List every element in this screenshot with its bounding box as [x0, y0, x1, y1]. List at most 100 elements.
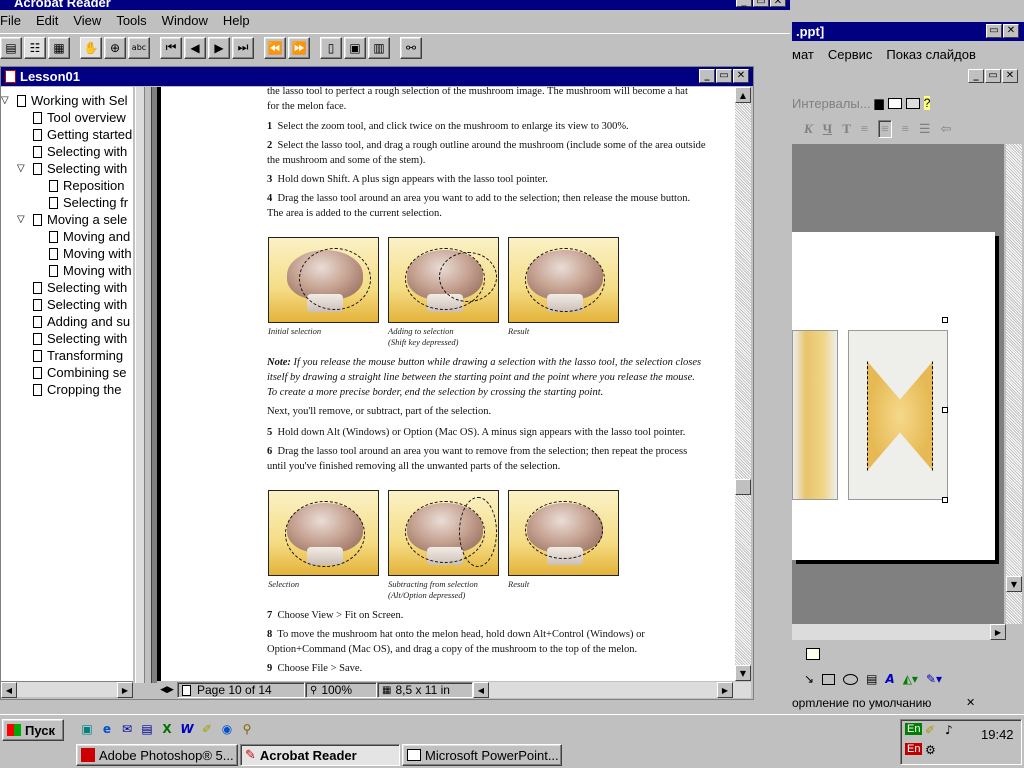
- zoom-tool-icon[interactable]: ⊕: [104, 36, 126, 59]
- globe-icon[interactable]: ◉: [218, 720, 236, 738]
- underline-icon[interactable]: Ч: [823, 121, 833, 137]
- bookmark-item[interactable]: Combining se: [33, 364, 127, 381]
- zoom-field[interactable]: ⚲ 100%: [305, 682, 377, 698]
- arrow-tool-icon[interactable]: ↘: [804, 672, 814, 686]
- network-icon[interactable]: ⚙: [925, 743, 936, 757]
- bookmark-item[interactable]: Moving with: [49, 262, 132, 279]
- folder-icon[interactable]: ▆: [875, 96, 884, 110]
- volume-icon[interactable]: ♪: [945, 723, 953, 737]
- bm-scroll-right-button[interactable]: ▶: [117, 682, 133, 698]
- pp-close-button[interactable]: ✕: [1003, 24, 1019, 38]
- pp-doc-minimize-button[interactable]: _: [968, 69, 984, 83]
- bookmark-item[interactable]: Working with Sel: [17, 92, 128, 109]
- bookmark-item[interactable]: Transforming: [33, 347, 123, 364]
- bm-scroll-left-button[interactable]: ◀: [1, 682, 17, 698]
- slide-icon[interactable]: [887, 97, 902, 109]
- align-right-icon[interactable]: ≡: [902, 121, 909, 137]
- pp-doc-restore-button[interactable]: ▭: [985, 69, 1001, 83]
- bookmark-item[interactable]: Moving a sele: [33, 211, 127, 228]
- actual-size-icon[interactable]: ▯: [320, 36, 342, 59]
- pp-scroll-right-button[interactable]: ▶: [990, 624, 1006, 640]
- doc-close-button[interactable]: ✕: [733, 69, 749, 83]
- tray-app-icon[interactable]: ✐: [925, 723, 935, 737]
- pp-menu-slideshow[interactable]: Показ слайдов: [886, 47, 976, 62]
- italic-icon[interactable]: K: [804, 121, 813, 137]
- line-color-icon[interactable]: ✎▾: [926, 672, 942, 686]
- pane-splitter[interactable]: [133, 87, 157, 699]
- page-horizontal-scrollbar[interactable]: ◀ ▶: [473, 682, 751, 698]
- maximize-button[interactable]: ▭: [753, 0, 769, 7]
- fill-color-icon[interactable]: ◭▾: [903, 672, 918, 686]
- page-number-field[interactable]: Page 10 of 14: [177, 682, 305, 698]
- go-forward-icon[interactable]: ⏩: [288, 36, 310, 59]
- clock[interactable]: 19:42: [981, 727, 1014, 742]
- slide-image-left[interactable]: [792, 330, 838, 500]
- align-center-icon[interactable]: ≡: [878, 120, 892, 138]
- prev-page-icon[interactable]: ◀: [184, 36, 206, 59]
- slide-image-bowtie[interactable]: [848, 330, 948, 500]
- doc-minimize-button[interactable]: _: [699, 69, 715, 83]
- h-scroll-left-button[interactable]: ◀: [473, 682, 489, 698]
- menu-tools[interactable]: Tools: [116, 13, 146, 28]
- task-photoshop[interactable]: Adobe Photoshop® 5...: [76, 744, 238, 766]
- minimize-button[interactable]: _: [736, 0, 752, 7]
- bookmark-item[interactable]: Selecting with: [33, 143, 127, 160]
- hand-tool-icon[interactable]: ✋: [80, 36, 102, 59]
- scroll-up-button[interactable]: ▲: [735, 87, 751, 103]
- calculator-icon[interactable]: ▤: [138, 720, 156, 738]
- page-navigation-icon[interactable]: ◀▶: [157, 685, 177, 695]
- pen-icon[interactable]: ✐: [198, 720, 216, 738]
- rectangle-tool-icon[interactable]: [822, 673, 836, 685]
- ellipse-tool-icon[interactable]: [843, 673, 859, 685]
- last-page-icon[interactable]: ⏭: [232, 36, 254, 59]
- bookmark-expand-icon[interactable]: ▽: [17, 163, 25, 174]
- align-left-icon[interactable]: ≡: [861, 121, 868, 137]
- find-icon[interactable]: ⚯: [400, 36, 422, 59]
- ie-icon[interactable]: e: [98, 720, 116, 738]
- text-select-icon[interactable]: abc: [128, 36, 150, 59]
- pp-menu-service[interactable]: Сервис: [828, 47, 873, 62]
- menu-help[interactable]: Help: [223, 13, 250, 28]
- go-back-icon[interactable]: ⏪: [264, 36, 286, 59]
- pp-vertical-scrollbar[interactable]: [1006, 144, 1022, 624]
- pp-horizontal-scrollbar[interactable]: [792, 624, 1006, 640]
- bookmark-item[interactable]: Selecting with: [33, 160, 127, 177]
- menu-edit[interactable]: Edit: [36, 13, 58, 28]
- close-button[interactable]: ✕: [770, 0, 786, 7]
- language-indicator-2[interactable]: En: [905, 743, 923, 755]
- bookmark-item[interactable]: Moving with: [49, 245, 132, 262]
- bookmark-item[interactable]: Selecting with: [33, 296, 127, 313]
- page-only-icon[interactable]: ▤: [0, 36, 22, 59]
- pp-scroll-down-button[interactable]: ▼: [1006, 576, 1022, 592]
- scroll-thumb[interactable]: [735, 479, 751, 495]
- wordart-icon[interactable]: A: [885, 672, 894, 686]
- task-acrobat[interactable]: ✎ Acrobat Reader: [240, 744, 400, 766]
- help-icon[interactable]: ?: [923, 96, 931, 110]
- outlook-icon[interactable]: ✉: [118, 720, 136, 738]
- desktop-icon[interactable]: ▣: [78, 720, 96, 738]
- promote-icon[interactable]: ⇦: [941, 121, 952, 137]
- menu-file[interactable]: File: [0, 13, 21, 28]
- fit-page-icon[interactable]: ▣: [344, 36, 366, 59]
- bookmark-expand-icon[interactable]: ▽: [17, 214, 25, 225]
- page-view[interactable]: the lasso tool to perfect a rough select…: [157, 87, 735, 681]
- pp-menu-format[interactable]: мат: [792, 47, 814, 62]
- first-page-icon[interactable]: ⏮: [160, 36, 182, 59]
- start-button[interactable]: Пуск: [2, 719, 64, 741]
- scroll-down-button[interactable]: ▼: [735, 665, 751, 681]
- grid-icon[interactable]: [905, 97, 920, 109]
- bookmark-item[interactable]: Moving and: [49, 228, 130, 245]
- bookmark-item[interactable]: Tool overview: [33, 109, 126, 126]
- textbox-tool-icon[interactable]: ▤: [866, 672, 877, 686]
- menu-window[interactable]: Window: [162, 13, 208, 28]
- pp-doc-close-button[interactable]: ✕: [1002, 69, 1018, 83]
- bookmarks-horizontal-scrollbar[interactable]: ◀ ▶: [1, 681, 133, 698]
- bookmark-item[interactable]: Getting started: [33, 126, 132, 143]
- bookmark-item[interactable]: Reposition: [49, 177, 124, 194]
- bookmark-item[interactable]: Selecting with: [33, 279, 127, 296]
- fit-width-icon[interactable]: ▥: [368, 36, 390, 59]
- menu-view[interactable]: View: [73, 13, 101, 28]
- next-page-icon[interactable]: ▶: [208, 36, 230, 59]
- pp-spacing-button[interactable]: Интервалы...: [792, 96, 871, 111]
- page-vertical-scrollbar[interactable]: [735, 87, 751, 681]
